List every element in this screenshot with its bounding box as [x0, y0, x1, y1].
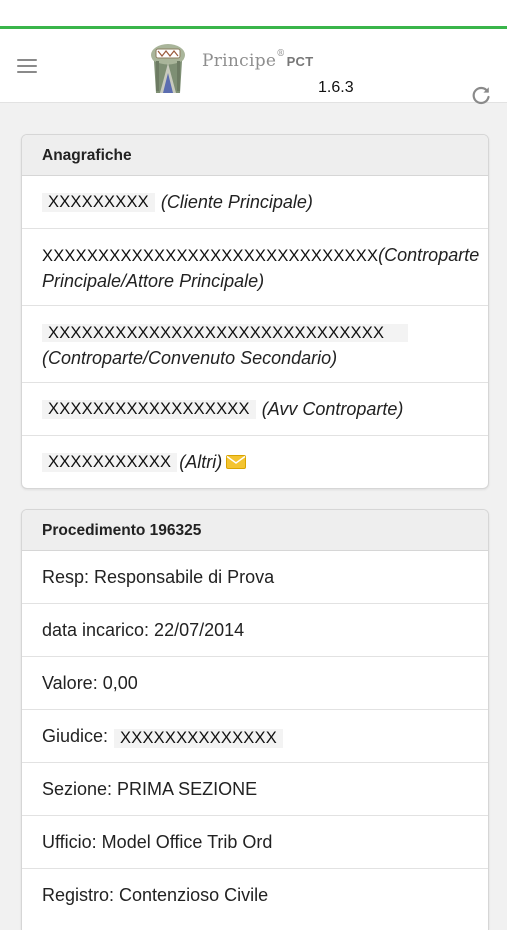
envelope-icon[interactable] — [226, 455, 247, 469]
brand-name: Principe — [202, 51, 277, 71]
data-incarico-row[interactable]: data incarico: 22/07/2014 — [22, 604, 488, 657]
menu-icon[interactable] — [17, 59, 37, 73]
party-role: (Altri) — [179, 451, 223, 472]
sezione-text: Sezione: PRIMA SEZIONE — [42, 778, 258, 799]
valore-text: Valore: 0,00 — [42, 672, 138, 693]
refresh-icon[interactable] — [470, 84, 492, 106]
party-role: (Avv Controparte) — [261, 398, 404, 419]
brand-sub: PCT — [286, 54, 314, 69]
data-incarico-text: data incarico: 22/07/2014 — [42, 619, 245, 640]
party-role: (Controparte/Convenuto Secondario) — [42, 348, 338, 368]
giudice-row[interactable]: Giudice: XXXXXXXXXXXXXX — [22, 710, 488, 763]
app-header: Principe®PCT 1.6.3 — [0, 29, 507, 106]
valore-row[interactable]: Valore: 0,00 — [22, 657, 488, 710]
app-version: 1.6.3 — [318, 79, 354, 96]
list-item[interactable]: XXXXXXXXXXXXXXXXXX (Avv Controparte) — [22, 383, 488, 436]
ufficio-row[interactable]: Ufficio: Model Office Trib Ord — [22, 816, 488, 869]
party-name: XXXXXXXXX — [42, 192, 155, 212]
ufficio-text: Ufficio: Model Office Trib Ord — [42, 831, 273, 852]
list-item[interactable]: XXXXXXXXXXXXXXXXXXXXXXXXXXXXXX (Contropa… — [22, 306, 488, 383]
party-name: XXXXXXXXXXXXXXXXXXXXXXXXXXXXXX — [42, 324, 409, 342]
list-item[interactable]: XXXXXXXXXXX (Altri) — [22, 436, 488, 488]
resp-row[interactable]: Resp: Responsabile di Prova — [22, 551, 488, 604]
giudice-value: XXXXXXXXXXXXXX — [114, 728, 283, 748]
procedimento-title: Procedimento 196325 — [22, 510, 488, 551]
logo-icon — [151, 44, 185, 93]
sezione-row[interactable]: Sezione: PRIMA SEZIONE — [22, 763, 488, 816]
resp-text: Resp: Responsabile di Prova — [42, 566, 275, 587]
status-bar — [0, 0, 507, 26]
list-item[interactable]: XXXXXXXXXXXXXXXXXXXXXXXXXXXXXX(Contropar… — [22, 229, 488, 306]
procedimento-panel: Procedimento 196325 Resp: Responsabile d… — [21, 509, 489, 930]
brand-registered-mark: ® — [276, 49, 286, 59]
brand-title: Principe®PCT — [202, 49, 314, 71]
party-name: XXXXXXXXXXXXXXXXXXXXXXXXXXXXXX — [42, 247, 379, 265]
registro-text: Registro: Contenzioso Civile — [42, 885, 269, 905]
giudice-label: Giudice: — [42, 725, 109, 746]
anagrafiche-title: Anagrafiche — [22, 135, 488, 176]
party-name: XXXXXXXXXXX — [42, 452, 178, 472]
registro-row[interactable]: Registro: Contenzioso Civile — [22, 869, 488, 922]
party-role: (Cliente Principale) — [160, 191, 313, 212]
anagrafiche-panel: Anagrafiche XXXXXXXXX (Cliente Principal… — [21, 134, 489, 489]
party-name: XXXXXXXXXXXXXXXXXX — [42, 399, 256, 419]
list-item[interactable]: XXXXXXXXX (Cliente Principale) — [22, 176, 488, 229]
